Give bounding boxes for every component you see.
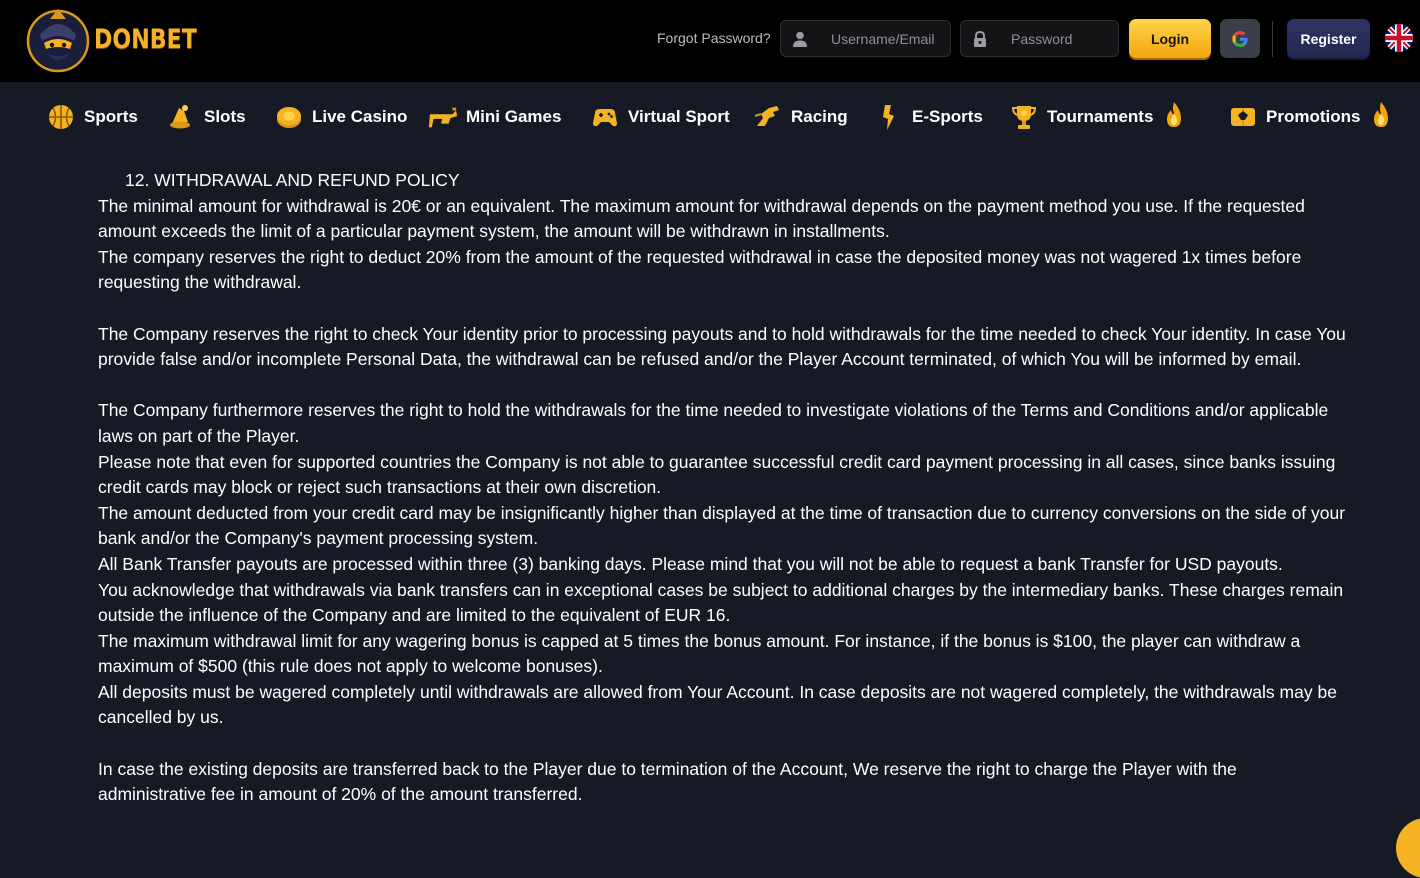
policy-paragraph: The amount deducted from your credit car… bbox=[98, 502, 1346, 549]
nav-label: Sports bbox=[84, 107, 138, 126]
username-field[interactable] bbox=[780, 20, 951, 57]
esports-icon bbox=[883, 105, 894, 130]
chip-icon bbox=[277, 107, 301, 128]
nav-label: Tournaments bbox=[1047, 107, 1154, 126]
policy-paragraph: The company reserves the right to deduct… bbox=[98, 246, 1302, 293]
policy-paragraph: The Company furthermore reserves the rig… bbox=[98, 400, 1329, 446]
nav-item-sports[interactable]: Sports bbox=[46, 100, 138, 134]
password-input[interactable] bbox=[997, 21, 1118, 56]
policy-content: 12. WITHDRAWAL AND REFUND POLICY The min… bbox=[98, 168, 1348, 808]
nav-label: Mini Games bbox=[466, 107, 562, 126]
nav-item-racing[interactable]: Racing bbox=[753, 100, 848, 134]
basketball-icon bbox=[49, 105, 73, 129]
nav-label: Virtual Sport bbox=[628, 107, 730, 126]
policy-paragraph: You acknowledge that withdrawals via ban… bbox=[98, 579, 1344, 626]
policy-paragraph: The Company reserves the right to check … bbox=[98, 323, 1346, 370]
register-button[interactable]: Register bbox=[1287, 19, 1370, 58]
nav-item-slots[interactable]: Slots bbox=[166, 100, 246, 134]
gamepad-icon bbox=[593, 109, 617, 127]
brand-logo[interactable]: DONBET bbox=[24, 4, 219, 74]
section-heading: 12. WITHDRAWAL AND REFUND POLICY bbox=[125, 170, 460, 190]
nav-item-virtual-sport[interactable]: Virtual Sport bbox=[590, 100, 730, 134]
horse-icon bbox=[754, 106, 779, 126]
policy-paragraph: All deposits must be wagered completely … bbox=[98, 681, 1337, 728]
nav-item-promotions[interactable]: Promotions bbox=[1228, 100, 1360, 134]
floating-action-button[interactable] bbox=[1396, 818, 1420, 878]
user-icon bbox=[793, 31, 807, 47]
gift-icon bbox=[1231, 108, 1255, 126]
google-login-button[interactable] bbox=[1220, 19, 1260, 58]
trophy-icon bbox=[1011, 106, 1037, 129]
brand-name: DONBET bbox=[94, 23, 197, 55]
login-button[interactable]: Login bbox=[1129, 19, 1211, 58]
username-input[interactable] bbox=[817, 21, 950, 56]
nav-label: E-Sports bbox=[912, 107, 983, 126]
forgot-password-link[interactable]: Forgot Password? bbox=[657, 30, 771, 46]
uk-flag-icon bbox=[1385, 24, 1413, 52]
google-icon bbox=[1232, 30, 1248, 47]
policy-paragraph: In case the existing deposits are transf… bbox=[98, 758, 1237, 805]
gun-icon bbox=[428, 107, 458, 128]
brand-mascot-icon bbox=[26, 9, 90, 73]
nav-label: Live Casino bbox=[312, 107, 408, 126]
language-selector[interactable] bbox=[1385, 24, 1413, 52]
nav-label: Promotions bbox=[1266, 107, 1361, 126]
hot-fire-icon bbox=[1167, 102, 1181, 127]
nav-item-mini-games[interactable]: Mini Games bbox=[428, 100, 561, 134]
nav-item-live-casino[interactable]: Live Casino bbox=[274, 100, 407, 134]
slots-icon bbox=[170, 105, 190, 129]
nav-item-tournaments[interactable]: Tournaments bbox=[1009, 100, 1153, 134]
nav-label: Racing bbox=[791, 107, 848, 126]
policy-paragraph: The minimal amount for withdrawal is 20€… bbox=[98, 195, 1305, 242]
nav-label: Slots bbox=[204, 107, 246, 126]
nav-item-e-sports[interactable]: E-Sports bbox=[874, 100, 983, 134]
policy-paragraph: Please note that even for supported coun… bbox=[98, 451, 1336, 498]
header-divider bbox=[1272, 21, 1273, 57]
policy-paragraph: All Bank Transfer payouts are processed … bbox=[98, 553, 1283, 574]
password-field[interactable] bbox=[960, 20, 1119, 57]
hot-fire-icon bbox=[1374, 102, 1388, 127]
policy-paragraph: The maximum withdrawal limit for any wag… bbox=[98, 630, 1301, 677]
main-nav: Sports Slots Live Casino Mini Games Virt… bbox=[0, 82, 1420, 152]
lock-icon bbox=[974, 30, 986, 47]
top-header: DONBET Forgot Password? Login Register bbox=[0, 0, 1420, 82]
